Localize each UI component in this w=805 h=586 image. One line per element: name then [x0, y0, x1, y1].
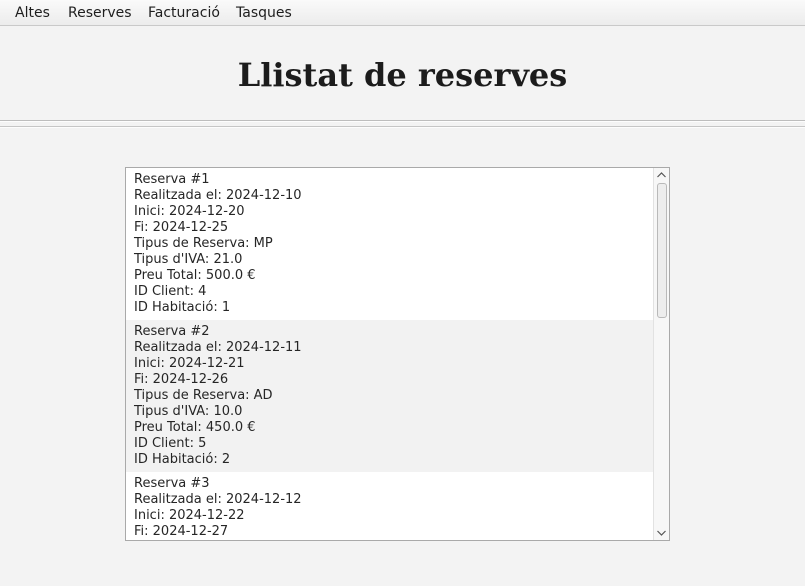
reservation-made-on: Realitzada el: 2024-12-11 — [134, 340, 302, 355]
reservation-title: Reserva #2 — [134, 324, 210, 339]
reservation-made-on: Realitzada el: 2024-12-12 — [134, 492, 302, 507]
reservation-client: ID Client: 4 — [134, 284, 207, 299]
chevron-down-icon[interactable] — [654, 526, 669, 540]
separator-highlight — [0, 127, 805, 128]
chevron-up-icon[interactable] — [654, 168, 669, 182]
reservation-start: Inici: 2024-12-21 — [134, 356, 245, 371]
menu-item-reserves[interactable]: Reserves — [68, 5, 132, 21]
vertical-scrollbar[interactable] — [653, 168, 669, 540]
reservation-vat: Tipus d'IVA: 21.0 — [134, 252, 243, 267]
reservation-room: ID Habitació: 2 — [134, 452, 231, 467]
page-title: Llistat de reserves — [237, 56, 568, 94]
reservation-total: Preu Total: 450.0 € — [134, 420, 256, 435]
reservation-total: Preu Total: 500.0 € — [134, 268, 256, 283]
reservation-start: Inici: 2024-12-22 — [134, 508, 245, 523]
reservation-type: Tipus de Reserva: MP — [134, 236, 273, 251]
reservations-list-content: Reserva #1 Realitzada el: 2024-12-10 Ini… — [126, 168, 653, 540]
reservation-end: Fi: 2024-12-27 — [134, 524, 229, 539]
menu-item-altes[interactable]: Altes — [15, 5, 50, 21]
reservation-made-on: Realitzada el: 2024-12-10 — [134, 188, 302, 203]
reservation-title: Reserva #3 — [134, 476, 210, 491]
reservations-list[interactable]: Reserva #1 Realitzada el: 2024-12-10 Ini… — [125, 167, 670, 541]
reservation-end: Fi: 2024-12-26 — [134, 372, 229, 387]
menu-item-tasques[interactable]: Tasques — [236, 5, 292, 21]
menu-item-facturacio[interactable]: Facturació — [148, 5, 220, 21]
reservation-client: ID Client: 5 — [134, 436, 207, 451]
list-item[interactable]: Reserva #2 Realitzada el: 2024-12-11 Ini… — [126, 320, 653, 472]
menu-bar: Altes Reserves Facturació Tasques — [0, 0, 805, 26]
separator-highlight — [0, 121, 805, 122]
reservation-type: Tipus de Reserva: AD — [134, 388, 273, 403]
reservation-title: Reserva #1 — [134, 172, 210, 187]
reservation-end: Fi: 2024-12-25 — [134, 220, 229, 235]
list-item[interactable]: Reserva #1 Realitzada el: 2024-12-10 Ini… — [126, 168, 653, 320]
reservation-room: ID Habitació: 1 — [134, 300, 231, 315]
reservation-vat: Tipus d'IVA: 10.0 — [134, 404, 243, 419]
reservation-start: Inici: 2024-12-20 — [134, 204, 245, 219]
list-item[interactable]: Reserva #3 Realitzada el: 2024-12-12 Ini… — [126, 472, 653, 540]
scrollbar-thumb[interactable] — [657, 183, 667, 318]
